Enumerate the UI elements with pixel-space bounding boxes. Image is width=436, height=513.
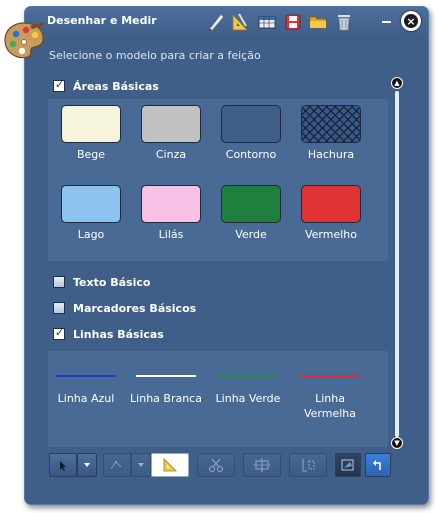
lines-panel: Linha Azul Linha Branca Linha Verde Linh…	[48, 351, 388, 447]
scroll-down-icon[interactable]: ▼	[391, 437, 403, 449]
template-hachura[interactable]: Hachura	[298, 105, 364, 161]
swatch[interactable]	[301, 185, 361, 223]
scroll-track[interactable]	[395, 91, 399, 437]
measure-icon	[163, 458, 177, 472]
checkbox-marcadores[interactable]	[53, 302, 65, 314]
template-bege[interactable]: Bege	[58, 105, 124, 161]
checkbox-linhas[interactable]	[53, 326, 65, 340]
scrollbar[interactable]: ▲ ▼	[389, 77, 405, 449]
template-linha-vermelha[interactable]: Linha Vermelha	[290, 375, 370, 421]
template-verde[interactable]: Verde	[218, 185, 284, 241]
title-bar[interactable]: Desenhar e Medir ×	[25, 7, 428, 37]
group-label: Marcadores Básicos	[73, 301, 197, 315]
select-icon	[60, 461, 66, 471]
template-lago[interactable]: Lago	[58, 185, 124, 241]
template-lilas[interactable]: Lilás	[138, 185, 204, 241]
template-label: Linha Vermelha	[303, 392, 357, 420]
undo-icon	[373, 460, 381, 470]
template-cinza[interactable]: Cinza	[138, 105, 204, 161]
table-icon[interactable]	[257, 12, 277, 32]
template-contorno[interactable]: Contorno	[218, 105, 284, 161]
minimize-button[interactable]	[382, 21, 391, 23]
chevron-down-icon	[84, 463, 90, 467]
draw-measure-widget: Desenhar e Medir × Selecione o modelo pa…	[24, 6, 429, 505]
template-label: Vermelho	[304, 228, 357, 241]
folder-icon[interactable]	[308, 12, 328, 32]
template-linha-verde[interactable]: Linha Verde	[208, 375, 288, 406]
checkbox-texto[interactable]	[53, 276, 65, 288]
group-label: Linhas Básicas	[73, 327, 164, 341]
union-icon	[302, 459, 315, 472]
close-button[interactable]: ×	[401, 11, 421, 31]
undo-button[interactable]	[365, 453, 391, 477]
template-label: Hachura	[307, 148, 355, 161]
cut-tool-button[interactable]	[197, 453, 235, 477]
measure-tool-button[interactable]	[151, 453, 189, 477]
union-tool-button[interactable]	[289, 453, 327, 477]
trash-icon[interactable]	[334, 12, 354, 32]
close-icon: ×	[406, 14, 416, 28]
split-icon	[253, 458, 271, 472]
line-sample[interactable]	[218, 375, 278, 377]
group-areas-basicas[interactable]: Áreas Básicas	[53, 77, 159, 95]
pencil-icon[interactable]	[206, 12, 226, 32]
vertex-dropdown-button[interactable]	[131, 453, 151, 477]
swatch[interactable]	[221, 185, 281, 223]
instruction-text: Selecione o modelo para criar a feição	[49, 49, 261, 62]
select-dropdown-button[interactable]	[77, 453, 97, 477]
measure-icon[interactable]	[230, 12, 250, 32]
template-label: Cinza	[155, 148, 187, 161]
cut-icon	[209, 458, 223, 472]
template-label: Linha Branca	[130, 392, 202, 405]
scroll-up-icon[interactable]: ▲	[391, 77, 403, 89]
areas-panel: Bege Cinza Contorno Hachura Lago Lilás V…	[48, 99, 388, 261]
chevron-down-icon	[138, 463, 144, 467]
group-marcadores-basicos[interactable]: Marcadores Básicos	[53, 299, 196, 317]
template-list: Áreas Básicas Bege Cinza Contorno Hachur…	[47, 69, 389, 447]
swatch[interactable]	[221, 105, 281, 143]
edit-toolbar	[47, 453, 417, 479]
line-sample[interactable]	[136, 375, 196, 377]
widget-title: Desenhar e Medir	[47, 14, 157, 27]
template-label: Bege	[76, 148, 106, 161]
group-label: Texto Básico	[73, 275, 151, 289]
template-linha-azul[interactable]: Linha Azul	[47, 375, 126, 406]
template-vermelho[interactable]: Vermelho	[298, 185, 364, 241]
save-icon[interactable]	[283, 12, 303, 32]
select-tool-button[interactable]	[49, 453, 77, 477]
group-texto-basico[interactable]: Texto Básico	[53, 273, 150, 291]
swatch[interactable]	[61, 105, 121, 143]
group-linhas-basicas[interactable]: Linhas Básicas	[53, 325, 164, 343]
line-sample[interactable]	[300, 375, 360, 377]
swatch[interactable]	[141, 105, 201, 143]
palette-icon	[2, 20, 46, 60]
swatch[interactable]	[301, 105, 361, 143]
split-tool-button[interactable]	[243, 453, 281, 477]
template-label: Contorno	[225, 148, 277, 161]
reshape-icon	[341, 459, 354, 471]
vertex-icon	[110, 461, 122, 470]
template-label: Verde	[235, 228, 267, 241]
checkbox-areas[interactable]	[53, 78, 65, 92]
reshape-tool-button[interactable]	[335, 453, 361, 477]
line-sample[interactable]	[56, 375, 116, 377]
template-label: Linha Azul	[57, 392, 115, 405]
template-label: Lilás	[158, 228, 184, 241]
group-label: Áreas Básicas	[73, 79, 159, 93]
swatch[interactable]	[61, 185, 121, 223]
swatch[interactable]	[141, 185, 201, 223]
template-label: Lago	[77, 228, 105, 241]
template-linha-branca[interactable]: Linha Branca	[126, 375, 206, 406]
vertex-tool-button[interactable]	[103, 453, 131, 477]
template-label: Linha Verde	[215, 392, 281, 405]
